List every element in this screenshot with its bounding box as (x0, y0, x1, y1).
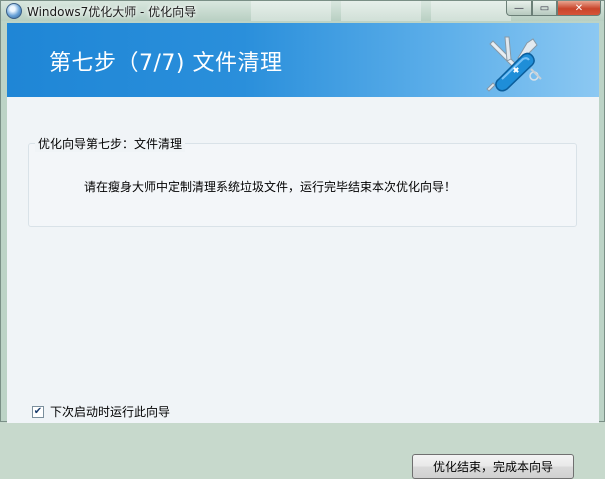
app-icon[interactable] (6, 3, 22, 19)
page-title: 第七步（7/7) 文件清理 (49, 51, 283, 76)
checkmark-icon: ✔ (33, 405, 43, 417)
maximize-button[interactable]: ▭ (532, 1, 557, 16)
wizard-client-area: 第七步（7/7) 文件清理 优化向导第七步：文件清理 请在瘦身大师中定制清理系统… (7, 23, 599, 479)
wizard-banner: 第七步（7/7) 文件清理 (7, 23, 599, 97)
run-on-startup-option[interactable]: ✔ 下次启动时运行此向导 (32, 403, 170, 420)
app-window: Windows7优化大师 - 优化向导 — ▭ ✕ 第七步（7/7) 文件清理 (0, 0, 605, 479)
swiss-knife-icon (486, 36, 542, 92)
minimize-icon: — (514, 2, 524, 14)
title-bar-glass (251, 1, 521, 21)
run-on-startup-checkbox[interactable]: ✔ (32, 405, 44, 418)
window-title: Windows7优化大师 - 优化向导 (27, 5, 197, 19)
close-icon: ✕ (574, 2, 584, 14)
step-groupbox: 优化向导第七步：文件清理 请在瘦身大师中定制清理系统垃圾文件，运行完毕结束本次优… (28, 135, 577, 227)
instruction-text: 请在瘦身大师中定制清理系统垃圾文件，运行完毕结束本次优化向导！ (84, 180, 457, 194)
wizard-body: 优化向导第七步：文件清理 请在瘦身大师中定制清理系统垃圾文件，运行完毕结束本次优… (7, 97, 599, 479)
maximize-icon: ▭ (539, 2, 550, 14)
title-bar[interactable]: Windows7优化大师 - 优化向导 — ▭ ✕ (1, 1, 604, 21)
finish-wizard-button[interactable]: 优化结束，完成本向导 (412, 454, 574, 479)
minimize-button[interactable]: — (506, 1, 532, 16)
close-button[interactable]: ✕ (557, 1, 601, 16)
groupbox-legend: 优化向导第七步：文件清理 (35, 135, 186, 152)
run-on-startup-label[interactable]: 下次启动时运行此向导 (50, 403, 170, 420)
